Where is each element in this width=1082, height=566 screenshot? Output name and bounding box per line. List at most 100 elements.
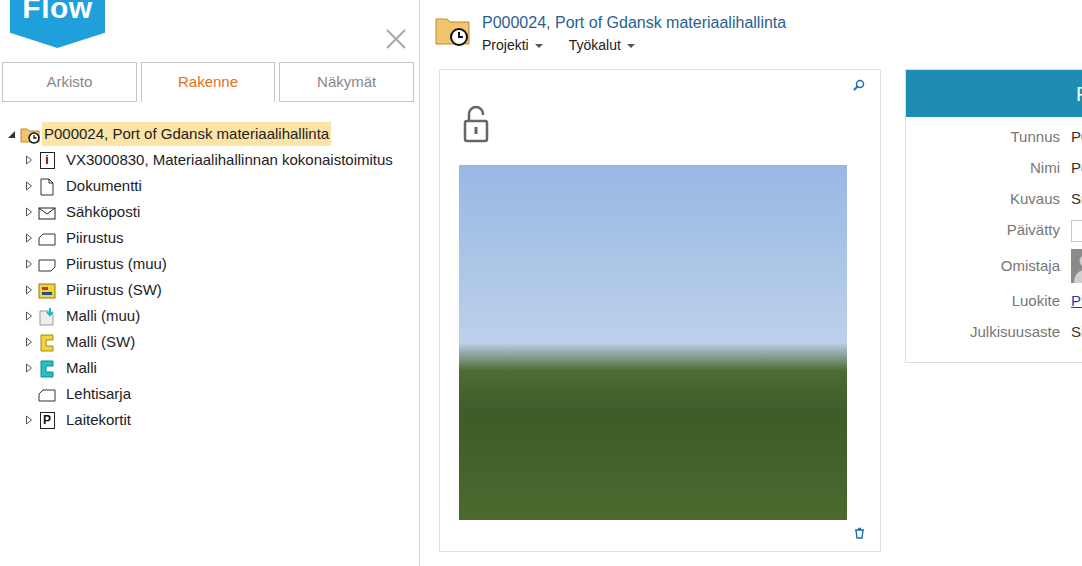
tab[interactable]: Arkisto bbox=[2, 62, 137, 102]
caret-icon bbox=[535, 44, 543, 48]
property-label: Julkisuusaste bbox=[906, 317, 1060, 348]
expand-toggle[interactable] bbox=[22, 257, 36, 271]
tree-item[interactable]: Piirustus bbox=[0, 225, 419, 251]
equipment-icon: P bbox=[40, 412, 55, 429]
tree-label[interactable]: VX3000830, Materiaalihallinnan kokonaist… bbox=[64, 148, 395, 173]
tree-item[interactable]: Malli bbox=[0, 355, 419, 381]
drawing-other-icon bbox=[37, 255, 57, 274]
tree-label[interactable]: Piirustus (SW) bbox=[64, 278, 164, 303]
tree-label[interactable]: Malli (muu) bbox=[64, 304, 142, 329]
tree-item-icon bbox=[36, 306, 58, 326]
property-text: P0 bbox=[1071, 126, 1082, 149]
expand-toggle[interactable] bbox=[22, 231, 36, 245]
tree-item-icon bbox=[36, 176, 58, 196]
structure-tree: P000024, Port of Gdansk materiaalihallin… bbox=[0, 102, 419, 433]
content-area: PTunnusP0NimiPoKuvausSiPäivättyOmistajaL… bbox=[435, 69, 1082, 552]
tree-item-icon bbox=[36, 358, 58, 378]
tree-item[interactable]: Lehtisarja bbox=[0, 381, 419, 407]
classification-link[interactable]: Pl bbox=[1071, 290, 1082, 313]
folder-clock-icon bbox=[435, 14, 471, 48]
tree-item[interactable]: Dokumentti bbox=[0, 173, 419, 199]
tree-item[interactable]: Malli (SW) bbox=[0, 329, 419, 355]
expand-toggle[interactable] bbox=[22, 205, 36, 219]
image-panel bbox=[439, 69, 881, 552]
tab[interactable]: Rakenne bbox=[141, 62, 276, 102]
image-toolbar bbox=[440, 70, 880, 98]
tree-label[interactable]: Malli bbox=[64, 356, 99, 381]
expand-toggle[interactable] bbox=[22, 153, 36, 167]
expand-toggle[interactable] bbox=[22, 283, 36, 297]
tree-item-icon bbox=[36, 384, 58, 404]
expand-toggle[interactable] bbox=[22, 179, 36, 193]
model-other-icon bbox=[37, 307, 57, 326]
properties-list: TunnusP0NimiPoKuvausSiPäivättyOmistajaLu… bbox=[906, 117, 1082, 348]
tree-label[interactable]: P000024, Port of Gdansk materiaalihallin… bbox=[42, 122, 331, 147]
unlocked-icon[interactable] bbox=[462, 104, 490, 144]
tab-bar: Arkisto Rakenne Näkymät bbox=[0, 58, 419, 102]
tree-label[interactable]: Piirustus (muu) bbox=[64, 252, 169, 277]
menu-button[interactable]: Projekti bbox=[482, 35, 543, 56]
date-field[interactable] bbox=[1071, 220, 1082, 242]
tree-label[interactable]: Lehtisarja bbox=[64, 382, 133, 407]
property-label: Päivätty bbox=[906, 215, 1060, 246]
caret-icon bbox=[627, 44, 635, 48]
logo-strip: Flow bbox=[0, 0, 419, 58]
tree-label[interactable]: Sähköposti bbox=[64, 200, 142, 225]
tree-item[interactable]: Sähköposti bbox=[0, 199, 419, 225]
property-text: Si bbox=[1071, 321, 1082, 344]
model-icon bbox=[37, 359, 57, 378]
property-value: Po bbox=[1071, 153, 1082, 184]
tree-item-icon bbox=[36, 228, 58, 248]
tree-root[interactable]: P000024, Port of Gdansk materiaalihallin… bbox=[0, 121, 419, 147]
zoom-icon[interactable] bbox=[853, 79, 865, 98]
expand-toggle[interactable] bbox=[22, 413, 36, 427]
close-icon[interactable] bbox=[385, 28, 407, 50]
property-value bbox=[1071, 215, 1082, 246]
tree-item[interactable]: Piirustus (muu) bbox=[0, 251, 419, 277]
navigation-pane: Flow Arkisto Rakenne Näkymät P000024, Port o… bbox=[0, 0, 420, 566]
expand-toggle[interactable] bbox=[22, 335, 36, 349]
tree-label[interactable]: Malli (SW) bbox=[64, 330, 137, 355]
property-text: Po bbox=[1071, 157, 1082, 180]
tree-item-icon: i bbox=[36, 150, 58, 170]
tree-item[interactable]: i VX3000830, Materiaalihallinnan kokonais… bbox=[0, 147, 419, 173]
folder-clock-icon bbox=[20, 125, 40, 144]
property-value: P0 bbox=[1071, 122, 1082, 153]
document-menu-bar: Projekti Työkalut bbox=[482, 35, 786, 56]
property-value: Pl bbox=[1071, 286, 1082, 317]
tree-item[interactable]: Piirustus (SW) bbox=[0, 277, 419, 303]
expand-toggle[interactable] bbox=[22, 361, 36, 375]
document-title: P000024, Port of Gdansk materiaalihallin… bbox=[482, 12, 786, 34]
tree-item[interactable]: P Laitekortit bbox=[0, 407, 419, 433]
expand-toggle[interactable] bbox=[22, 309, 36, 323]
tree-label[interactable]: Piirustus bbox=[64, 226, 126, 251]
document-heading: P000024, Port of Gdansk materiaalihallin… bbox=[482, 0, 786, 56]
document-icon bbox=[37, 177, 57, 196]
tab[interactable]: Näkymät bbox=[279, 62, 414, 102]
trash-icon[interactable] bbox=[854, 527, 865, 539]
property-label: Omistaja bbox=[906, 246, 1060, 286]
property-label: Luokite bbox=[906, 286, 1060, 317]
properties-title: P bbox=[1076, 79, 1082, 109]
flow-logo[interactable]: Flow bbox=[10, 0, 105, 48]
logo-text: Flow bbox=[22, 0, 92, 16]
image-footer bbox=[440, 520, 880, 547]
menu-label: Projekti bbox=[482, 35, 529, 56]
tree-item-icon bbox=[20, 124, 40, 144]
owner-avatar[interactable] bbox=[1071, 249, 1082, 283]
tree-item-icon bbox=[36, 280, 58, 300]
tree-label[interactable]: Laitekortit bbox=[64, 408, 133, 433]
expand-toggle[interactable] bbox=[4, 127, 18, 141]
sheet-set-icon bbox=[37, 385, 57, 404]
tree-item-icon bbox=[36, 332, 58, 352]
tab-label: Rakenne bbox=[178, 71, 238, 94]
document-header: P000024, Port of Gdansk materiaalihallin… bbox=[435, 0, 1082, 69]
tree-item[interactable]: Malli (muu) bbox=[0, 303, 419, 329]
property-value bbox=[1071, 246, 1082, 286]
menu-button[interactable]: Työkalut bbox=[569, 35, 635, 56]
properties-panel: PTunnusP0NimiPoKuvausSiPäivättyOmistajaL… bbox=[905, 69, 1082, 363]
tab-label: Arkisto bbox=[46, 71, 92, 94]
tree-label[interactable]: Dokumentti bbox=[64, 174, 144, 199]
drawing-icon bbox=[37, 229, 57, 248]
